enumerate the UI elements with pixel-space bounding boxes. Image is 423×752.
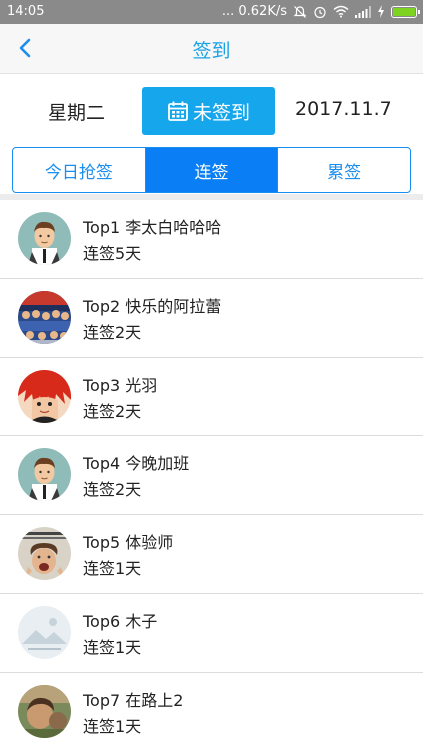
page-title: 签到 [192,40,231,62]
tab-cumulative[interactable]: 累签 [277,148,410,192]
status-time: 14:05 [7,4,45,19]
streak-days: 连签1天 [83,559,142,579]
alarm-icon [314,6,326,18]
calendar-icon [168,101,188,121]
user-name: 光羽 [125,375,158,395]
streak-days: 连签2天 [83,480,142,500]
streak-days: 连签5天 [83,244,142,263]
avatar[interactable] [18,605,71,659]
user-name: 木子 [125,611,158,631]
tab-consecutive[interactable]: 连签 [144,148,278,192]
rank-name: Top7 在路上2 [83,687,183,711]
rank-label: Top7 [83,690,121,710]
mute-icon [293,5,307,18]
rank-label: Top6 [83,611,121,631]
streak-days: 连签2天 [83,322,142,342]
wifi-icon [333,5,349,18]
status-bar: 14:05 ... 0.62K/s [0,0,423,24]
list-item[interactable]: Top1 李太白哈哈哈 连签5天 [0,200,423,279]
battery-level [393,7,415,16]
avatar[interactable] [18,684,71,738]
user-name: 体验师 [125,533,174,553]
list-item[interactable]: Top4 今晚加班 连签2天 [0,436,423,516]
tab-label: 连签 [194,162,229,183]
rank-label: Top5 [83,533,121,553]
rank-label: Top2 [83,296,121,316]
avatar[interactable] [18,527,71,581]
user-name: 在路上2 [125,690,184,710]
user-name: 今晚加班 [125,454,190,474]
checkin-button-label: 未签到 [192,101,250,124]
status-icons: ... 0.62K/s [221,4,420,19]
rank-name: Top1 李太白哈哈哈 [83,214,221,238]
streak-days: 连签1天 [83,716,142,736]
ranking-list: Top1 李太白哈哈哈 连签5天 Top2 快乐的阿拉蕾 连签2天 Top3 光… [0,200,423,752]
rank-label: Top3 [83,375,121,395]
user-name: 快乐的阿拉蕾 [125,296,222,316]
checkin-header: 星期二 未签到 2017.11.7 [0,74,423,144]
nav-bar: 签到 [0,24,423,74]
battery-icon [391,5,420,18]
tab-label: 今日抢签 [44,162,113,183]
rank-name: Top5 体验师 [83,529,173,553]
ranking-tabs: 今日抢签 连签 累签 [12,147,411,193]
rank-label: Top1 [83,218,121,237]
list-item[interactable]: Top7 在路上2 连签1天 [0,673,423,752]
list-item[interactable]: Top5 体验师 连签1天 [0,515,423,594]
streak-days: 连签2天 [83,401,142,421]
avatar[interactable] [18,448,71,502]
rank-label: Top4 [83,454,121,474]
avatar[interactable] [18,369,71,423]
list-item[interactable]: Top6 木子 连签1天 [0,594,423,673]
checkin-button[interactable]: 未签到 [142,87,275,135]
rank-name: Top6 木子 [83,608,157,632]
charging-icon [378,5,384,18]
user-name: 李太白哈哈哈 [125,218,222,237]
tab-today-grab[interactable]: 今日抢签 [13,148,145,192]
signal-icon [355,5,371,18]
current-date: 2017.11.7 [295,98,392,120]
network-speed: ... 0.62K/s [221,4,287,19]
rank-name: Top3 光羽 [83,372,157,396]
list-item[interactable]: Top3 光羽 连签2天 [0,358,423,437]
avatar[interactable] [18,212,71,265]
weekday-label: 星期二 [48,102,106,124]
rank-name: Top4 今晚加班 [83,450,189,474]
streak-days: 连签1天 [83,637,142,657]
rank-name: Top2 快乐的阿拉蕾 [83,293,221,317]
avatar[interactable] [18,290,71,344]
tab-label: 累签 [327,162,362,183]
list-item[interactable]: Top2 快乐的阿拉蕾 连签2天 [0,279,423,358]
